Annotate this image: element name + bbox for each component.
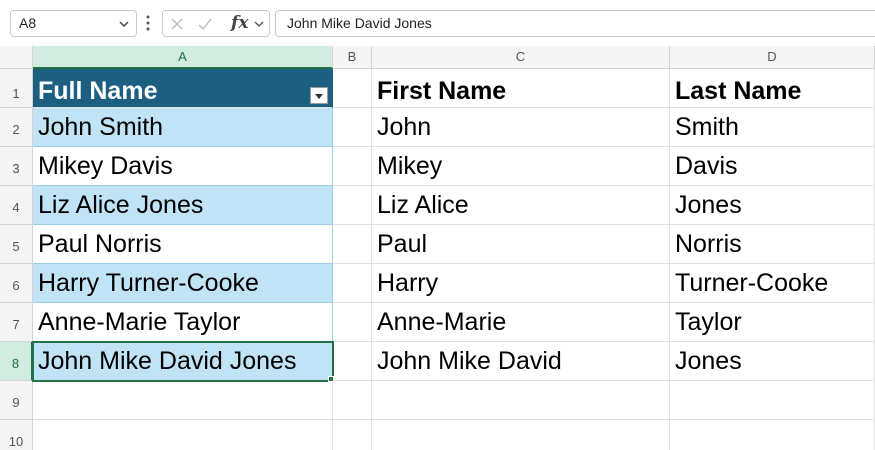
cell-c10[interactable] — [372, 420, 670, 450]
more-options-icon[interactable] — [146, 14, 150, 32]
formula-input[interactable]: John Mike David Jones — [275, 10, 875, 37]
cell-c2[interactable]: John — [372, 108, 670, 147]
cell-c1[interactable]: First Name — [372, 69, 670, 108]
cell-c7[interactable]: Anne-Marie — [372, 303, 670, 342]
cell-a3[interactable]: Mikey Davis — [33, 147, 333, 186]
table-header-full-name[interactable]: Full Name — [33, 69, 333, 108]
cell-b3[interactable] — [333, 147, 372, 186]
cell-b1[interactable] — [333, 69, 372, 108]
column-header-b[interactable]: B — [333, 46, 372, 69]
formula-tools: fx — [162, 10, 270, 37]
select-all-corner[interactable] — [0, 46, 33, 69]
cell-d3[interactable]: Davis — [670, 147, 875, 186]
cell-c4[interactable]: Liz Alice — [372, 186, 670, 225]
cell-c9[interactable] — [372, 381, 670, 420]
cell-d2[interactable]: Smith — [670, 108, 875, 147]
row-header-5[interactable]: 5 — [0, 225, 33, 264]
enter-check-icon[interactable] — [197, 16, 213, 32]
cell-b7[interactable] — [333, 303, 372, 342]
cell-a5[interactable]: Paul Norris — [33, 225, 333, 264]
row-header-8[interactable]: 8 — [0, 342, 33, 381]
chevron-down-icon[interactable] — [117, 17, 131, 31]
cell-a4[interactable]: Liz Alice Jones — [33, 186, 333, 225]
cell-a6[interactable]: Harry Turner-Cooke — [33, 264, 333, 303]
column-header-d[interactable]: D — [670, 46, 875, 69]
cell-a7[interactable]: Anne-Marie Taylor — [33, 303, 333, 342]
cell-d9[interactable] — [670, 381, 875, 420]
cell-c5[interactable]: Paul — [372, 225, 670, 264]
cell-d10[interactable] — [670, 420, 875, 450]
cell-a8[interactable]: John Mike David Jones — [33, 342, 333, 381]
cell-a2[interactable]: John Smith — [33, 108, 333, 147]
insert-function-icon[interactable]: fx — [231, 13, 248, 33]
cell-d1[interactable]: Last Name — [670, 69, 875, 108]
row-header-1[interactable]: 1 — [0, 69, 33, 108]
cell-b5[interactable] — [333, 225, 372, 264]
cell-d7[interactable]: Taylor — [670, 303, 875, 342]
row-header-10[interactable]: 10 — [0, 420, 33, 450]
formula-bar: A8 fx John Mike David Jones — [0, 0, 875, 46]
name-box-value: A8 — [19, 15, 37, 31]
filter-dropdown-icon[interactable] — [310, 87, 328, 104]
cell-c6[interactable]: Harry — [372, 264, 670, 303]
cell-b2[interactable] — [333, 108, 372, 147]
cell-b4[interactable] — [333, 186, 372, 225]
cell-d8[interactable]: Jones — [670, 342, 875, 381]
cell-d6[interactable]: Turner-Cooke — [670, 264, 875, 303]
cell-c3[interactable]: Mikey — [372, 147, 670, 186]
cancel-icon[interactable] — [169, 16, 185, 32]
row-header-4[interactable]: 4 — [0, 186, 33, 225]
spreadsheet-grid: A B C D 1 2 3 4 5 6 7 8 9 10 Full Name J… — [0, 46, 875, 450]
cell-d4[interactable]: Jones — [670, 186, 875, 225]
cell-a9[interactable] — [33, 381, 333, 420]
cell-d5[interactable]: Norris — [670, 225, 875, 264]
cell-b8[interactable] — [333, 342, 372, 381]
cell-b6[interactable] — [333, 264, 372, 303]
name-box[interactable]: A8 — [10, 10, 137, 37]
fill-handle[interactable] — [328, 376, 334, 382]
cell-b9[interactable] — [333, 381, 372, 420]
formula-text: John Mike David Jones — [287, 15, 432, 31]
column-header-a[interactable]: A — [33, 46, 333, 69]
row-header-2[interactable]: 2 — [0, 108, 33, 147]
table-header-label: Full Name — [38, 77, 158, 105]
row-header-6[interactable]: 6 — [0, 264, 33, 303]
cell-b10[interactable] — [333, 420, 372, 450]
row-header-7[interactable]: 7 — [0, 303, 33, 342]
chevron-down-icon[interactable] — [251, 16, 267, 32]
row-header-9[interactable]: 9 — [0, 381, 33, 420]
cell-c8[interactable]: John Mike David — [372, 342, 670, 381]
cell-a10[interactable] — [33, 420, 333, 450]
column-header-c[interactable]: C — [372, 46, 670, 69]
row-header-3[interactable]: 3 — [0, 147, 33, 186]
